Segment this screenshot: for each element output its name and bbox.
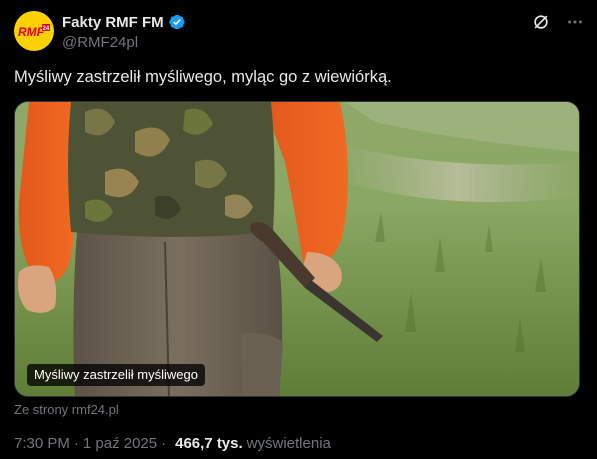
name-row: Fakty RMF FM <box>62 12 186 32</box>
link-source[interactable]: Ze strony rmf24.pl <box>14 402 119 417</box>
more-icon[interactable] <box>565 12 585 32</box>
author-block: Fakty RMF FM @RMF24pl <box>62 12 186 51</box>
tweet-header: RMF 24 Fakty RMF FM @RMF24pl <box>14 10 585 54</box>
handle[interactable]: @RMF24pl <box>62 34 186 51</box>
link-card-image[interactable]: Myśliwy zastrzelił myśliwego <box>14 101 580 397</box>
meta-separator-2: · <box>161 435 167 452</box>
meta-separator: · <box>73 435 79 452</box>
display-name[interactable]: Fakty RMF FM <box>62 14 164 31</box>
tweet: RMF 24 Fakty RMF FM @RMF24pl Myśliwy zas… <box>0 0 597 459</box>
avatar[interactable]: RMF 24 <box>14 11 54 51</box>
post-meta: 7:30 PM · 1 paź 2025 · 466,7 tys. wyświe… <box>14 435 331 452</box>
svg-text:24: 24 <box>43 26 50 32</box>
rmf-logo-icon: RMF 24 <box>18 24 50 39</box>
post-time[interactable]: 7:30 PM <box>14 435 70 452</box>
top-actions <box>531 12 585 32</box>
hunter-photo <box>15 102 579 396</box>
grok-icon[interactable] <box>531 12 551 32</box>
verified-badge-icon[interactable] <box>168 13 186 31</box>
views-count[interactable]: 466,7 tys. <box>175 435 243 452</box>
link-card-title: Myśliwy zastrzelił myśliwego <box>27 364 205 386</box>
svg-text:RMF: RMF <box>18 25 45 39</box>
views-label: wyświetlenia <box>246 435 331 452</box>
post-text: Myśliwy zastrzelił myśliwego, myląc go z… <box>14 68 392 86</box>
post-date[interactable]: 1 paź 2025 <box>83 435 157 452</box>
